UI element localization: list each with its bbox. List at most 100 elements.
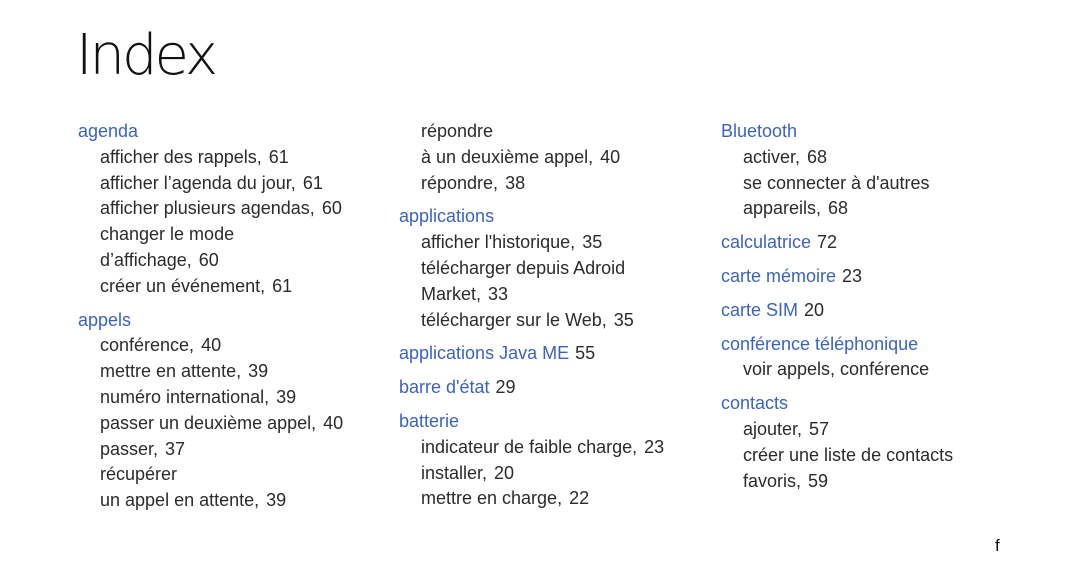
index-subentry: répondre, 38 [399, 171, 709, 197]
subentry-text: d’affichage, [100, 249, 192, 270]
page-reference[interactable]: 23 [644, 437, 664, 457]
subentry-text: numéro international, [100, 386, 270, 407]
page-reference[interactable]: 35 [614, 310, 634, 330]
subentry-text: répondre [421, 121, 494, 141]
index-term-text: applications Java ME [399, 343, 570, 364]
page-reference[interactable]: 33 [488, 284, 508, 304]
index-entry-batterie: batterie indicateur de faible charge, 23 in… [399, 409, 709, 512]
page-reference[interactable]: 38 [505, 173, 525, 193]
subentry-text: favoris, [743, 470, 802, 491]
page-reference[interactable]: 40 [600, 147, 620, 167]
index-entry-applications-java-me: applications Java ME 55 [399, 341, 709, 367]
index-subentry: numéro international, 39 [78, 385, 378, 411]
index-entry-calculatrice: calculatrice 72 [721, 230, 1021, 256]
subentry-text: passer, [100, 438, 159, 459]
page-reference[interactable]: 40 [323, 413, 343, 433]
index-subentry: afficher l'historique, 35 [399, 230, 709, 256]
index-subentry: se connecter à d'autres [721, 171, 1021, 197]
index-continuation: répondre à un deuxième appel, 40 répondre, 3… [399, 119, 709, 196]
index-entry-carte-sim: carte SIM 20 [721, 298, 1021, 324]
index-term-text: appels [78, 309, 132, 330]
index-subentry: mettre en charge, 22 [399, 486, 709, 512]
page-title: Index [76, 23, 218, 88]
index-subentry: un appel en attente, 39 [78, 488, 378, 514]
index-column-1: agenda afficher des rappels, 61 afficher l’… [78, 119, 378, 522]
index-term-text: Bluetooth [721, 121, 798, 141]
subentry-text: voir appels, conférence [743, 359, 930, 380]
index-term[interactable]: contacts [721, 391, 1021, 417]
subentry-text: activer, [743, 146, 801, 167]
index-term[interactable]: conférence téléphonique [721, 332, 1021, 358]
page-reference[interactable]: 22 [569, 488, 589, 508]
subentry-text: indicateur de faible charge, [421, 436, 638, 457]
page-reference[interactable]: 68 [828, 198, 848, 218]
index-subentry: créer un événement, 61 [78, 274, 378, 300]
index-subentry: installer, 20 [399, 461, 709, 487]
index-subentry: changer le mode [78, 222, 378, 248]
page-reference[interactable]: 59 [808, 471, 828, 491]
index-subentry: activer, 68 [721, 145, 1021, 171]
index-subentry: répondre [399, 119, 709, 145]
index-subentry: afficher l’agenda du jour, 61 [78, 171, 378, 197]
index-subentry: afficher plusieurs agendas, 60 [78, 196, 378, 222]
index-subentry: afficher des rappels, 61 [78, 145, 378, 171]
page-reference[interactable]: 61 [303, 173, 323, 193]
subentry-text: appareils, [743, 198, 822, 219]
index-term[interactable]: appels [78, 308, 378, 334]
index-term-text: agenda [78, 121, 139, 141]
index-subentry: créer une liste de contacts [721, 443, 1021, 469]
page-reference[interactable]: 68 [807, 147, 827, 167]
page-reference[interactable]: 29 [496, 377, 516, 397]
page-reference[interactable]: 60 [322, 198, 342, 218]
index-subentry: passer un deuxième appel, 40 [78, 411, 378, 437]
index-subentry: appareils, 68 [721, 196, 1021, 222]
subentry-text: télécharger depuis Adroid [421, 257, 626, 278]
page-reference[interactable]: 39 [266, 490, 286, 510]
index-term[interactable]: applications [399, 204, 709, 230]
index-entry-contacts: contacts ajouter, 57 créer une liste de con… [721, 391, 1021, 494]
index-term-text: barre d'état [399, 377, 490, 398]
page-reference[interactable]: 20 [804, 300, 824, 320]
subentry-text: créer un événement, [100, 275, 266, 296]
subentry-text: mettre en attente, [100, 361, 242, 382]
page-reference[interactable]: 20 [494, 463, 514, 483]
page-reference[interactable]: 35 [582, 232, 602, 252]
subentry-text: passer un deuxième appel, [100, 412, 317, 433]
page-reference[interactable]: 57 [809, 419, 829, 439]
page-reference[interactable]: 37 [165, 439, 185, 459]
page-reference[interactable]: 39 [248, 361, 268, 381]
index-entry-barre-d-etat: barre d'état 29 [399, 375, 709, 401]
subentry-text: changer le mode [100, 224, 235, 245]
page-reference[interactable]: 72 [817, 232, 837, 252]
subentry-text: conférence, [100, 335, 195, 356]
index-term[interactable]: carte mémoire 23 [721, 264, 1021, 290]
page-reference[interactable]: 40 [201, 335, 221, 355]
page-reference[interactable]: 61 [269, 147, 289, 167]
index-term-text: carte mémoire [721, 265, 837, 286]
page-reference[interactable]: 61 [272, 276, 292, 296]
index-term[interactable]: carte SIM 20 [721, 298, 1021, 324]
page-reference[interactable]: 39 [276, 387, 296, 407]
index-term-text: conférence téléphonique [721, 333, 919, 354]
index-subentry: mettre en attente, 39 [78, 359, 378, 385]
page-reference[interactable]: 23 [842, 266, 862, 286]
index-subentry: indicateur de faible charge, 23 [399, 435, 709, 461]
subentry-text: afficher des rappels, [100, 146, 262, 167]
index-subentry: télécharger sur le Web, 35 [399, 308, 709, 334]
index-entry-appels: appels conférence, 40 mettre en attente, 39 n… [78, 308, 378, 514]
subentry-text: afficher l'historique, [421, 232, 576, 253]
page-reference[interactable]: 60 [199, 250, 219, 270]
subentry-text: se connecter à d'autres [743, 172, 930, 193]
index-term[interactable]: calculatrice 72 [721, 230, 1021, 256]
index-column-2: répondre à un deuxième appel, 40 répondre, 3… [399, 119, 709, 520]
index-term[interactable]: batterie [399, 409, 709, 435]
index-term[interactable]: Bluetooth [721, 119, 1021, 145]
index-subentry: passer, 37 [78, 437, 378, 463]
index-term[interactable]: barre d'état 29 [399, 375, 709, 401]
page-reference[interactable]: 55 [575, 343, 595, 363]
subentry-text: afficher plusieurs agendas, [100, 198, 315, 219]
index-entry-carte-memoire: carte mémoire 23 [721, 264, 1021, 290]
index-term[interactable]: agenda [78, 119, 378, 145]
index-term[interactable]: applications Java ME 55 [399, 341, 709, 367]
index-entry-applications: applications afficher l'historique, 35 télé… [399, 204, 709, 333]
